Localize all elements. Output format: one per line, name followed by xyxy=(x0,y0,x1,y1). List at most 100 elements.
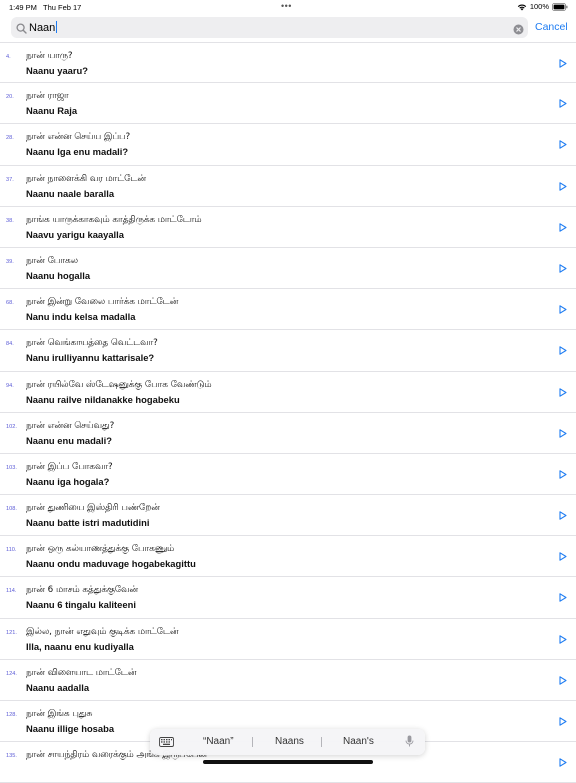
phrase-number: 20. xyxy=(6,94,14,101)
phrase-tamil: நான் நாளைக்கி வர மாட்டேன் xyxy=(26,173,146,184)
search-field[interactable]: Naan xyxy=(11,17,528,38)
play-icon[interactable] xyxy=(559,301,567,319)
phrase-list: 4. நான் யாரு? Naanu yaaru? 20. நான் ராஜா Naan… xyxy=(0,42,576,783)
phrase-translation: Naanu illige hosaba xyxy=(26,723,115,734)
battery-icon xyxy=(552,2,568,11)
list-item[interactable]: 37. நான் நாளைக்கி வர மாட்டேன் Naanu naale … xyxy=(0,166,576,207)
phrase-number: 114. xyxy=(6,588,17,595)
phrase-number: 37. xyxy=(6,176,14,183)
phrase-tamil: நான் இப்ப போகவா? xyxy=(26,461,113,472)
phrase-translation: Nanu indu kelsa madalla xyxy=(26,311,136,323)
list-item[interactable]: 94. நான் ரயில்வே ஸ்டேஷனுக்கு போக வேண்டும்… xyxy=(0,372,576,413)
search-icon xyxy=(16,21,27,39)
phrase-number: 124. xyxy=(6,670,17,677)
suggestion-2[interactable]: Naans xyxy=(275,736,304,747)
play-icon[interactable] xyxy=(559,507,567,525)
phrase-number: 68. xyxy=(6,300,14,307)
phrase-translation: Naanu hogalla xyxy=(26,269,91,281)
search-row: Naan Cancel xyxy=(0,17,576,39)
play-icon[interactable] xyxy=(559,55,567,73)
phrase-number: 135. xyxy=(6,753,17,760)
list-item[interactable]: 110. நான் ஒரு கல்யாணத்துக்கு போகணும் Naanu… xyxy=(0,536,576,578)
phrase-number: 39. xyxy=(6,258,14,265)
play-icon[interactable] xyxy=(559,589,567,607)
play-icon[interactable] xyxy=(559,178,567,196)
play-icon[interactable] xyxy=(559,754,567,772)
search-input[interactable]: Naan xyxy=(29,20,58,34)
list-item[interactable]: 68. நான் இன்று வேலை பார்க்க மாட்டேன் Nanu … xyxy=(0,289,576,331)
phrase-number: 108. xyxy=(6,506,17,513)
play-icon[interactable] xyxy=(559,672,567,690)
phrase-translation: Naanu naale baralla xyxy=(26,187,115,199)
list-item[interactable]: 39. நான் போகல Naanu hogalla xyxy=(0,248,576,290)
list-item[interactable]: 121. இல்ல, நான் எதுவும் குடிக்க மாட்டேன் I… xyxy=(0,619,576,660)
phrase-tamil: நாங்க யாருக்காகவும் காத்திருக்க மாட்டோம் xyxy=(26,214,202,225)
mic-icon[interactable] xyxy=(405,735,414,751)
phrase-tamil: நான் ரயில்வே ஸ்டேஷனுக்கு போக வேண்டும் xyxy=(26,379,212,390)
play-icon[interactable] xyxy=(559,219,567,237)
phrase-tamil: நான் துணியை இஸ்திரி பண்றேன் xyxy=(26,503,160,514)
play-icon[interactable] xyxy=(559,260,567,278)
play-icon[interactable] xyxy=(559,548,567,566)
play-icon[interactable] xyxy=(559,713,567,731)
phrase-tamil: நான் இங்க புதுசு xyxy=(26,709,93,719)
phrase-tamil: நான் யாரு? xyxy=(26,51,73,61)
text-caret xyxy=(55,20,58,33)
phrase-tamil: நான் என்ன செய்வது? xyxy=(26,420,115,431)
phrase-translation: Naanu yaaru? xyxy=(26,65,88,76)
phrase-tamil: நான் ஒரு கல்யாணத்துக்கு போகணும் xyxy=(26,544,175,555)
clear-icon[interactable] xyxy=(513,22,524,40)
play-icon[interactable] xyxy=(559,466,567,484)
list-item[interactable]: 103. நான் இப்ப போகவா? Naanu iga hogala? xyxy=(0,454,576,496)
cancel-button[interactable]: Cancel xyxy=(535,21,568,33)
play-icon[interactable] xyxy=(559,631,567,649)
phrase-number: 103. xyxy=(6,464,17,471)
phrase-number: 121. xyxy=(6,629,17,636)
list-item[interactable]: 38. நாங்க யாருக்காகவும் காத்திருக்க மாட்ட… xyxy=(0,207,576,248)
status-date: Thu Feb 17 xyxy=(43,3,82,12)
phrase-tamil: நான் விளையாட மாட்டேன் xyxy=(26,667,137,678)
phrase-translation: Naanu 6 tingalu kaliteeni xyxy=(26,599,136,611)
phrase-number: 84. xyxy=(6,341,14,348)
phrase-number: 128. xyxy=(6,712,17,718)
status-bar: 1:49 PM Thu Feb 17 ••• 100% xyxy=(0,0,576,14)
phrase-number: 94. xyxy=(6,382,14,389)
play-icon[interactable] xyxy=(559,342,567,360)
suggestion-divider xyxy=(252,737,253,747)
phrase-translation: Naanu ondu maduvage hogabekagittu xyxy=(26,558,196,570)
play-icon[interactable] xyxy=(559,425,567,443)
list-item[interactable]: 4. நான் யாரு? Naanu yaaru? xyxy=(0,42,576,84)
phrase-translation: Naanu Iga enu madali? xyxy=(26,146,129,158)
play-icon[interactable] xyxy=(559,95,567,113)
play-icon[interactable] xyxy=(559,136,567,154)
multitasking-dots-icon[interactable]: ••• xyxy=(281,1,292,11)
list-item[interactable]: 114. நான் 6 மாசம் கத்துக்குவேன் Naanu 6 ti… xyxy=(0,577,576,619)
home-indicator[interactable] xyxy=(203,760,373,764)
suggestion-3[interactable]: Naan's xyxy=(343,736,374,747)
list-item[interactable]: 20. நான் ராஜா Naanu Raja xyxy=(0,83,576,125)
phrase-tamil: இல்ல, நான் எதுவும் குடிக்க மாட்டேன் xyxy=(26,626,179,637)
phrase-number: 102. xyxy=(6,423,17,430)
status-indicators: 100% xyxy=(517,2,568,11)
phrase-translation: Naanu batte istri madutidini xyxy=(26,517,150,529)
play-icon[interactable] xyxy=(559,384,567,402)
search-input-value: Naan xyxy=(29,21,56,34)
phrase-number: 28. xyxy=(6,135,14,142)
list-item[interactable]: 124. நான் விளையாட மாட்டேன் Naanu aadalla xyxy=(0,660,576,701)
list-item[interactable]: 28. நான் என்ன செய்ய இப்ப? Naanu Iga enu ma… xyxy=(0,124,576,166)
phrase-number: 4. xyxy=(6,54,11,60)
phrase-tamil: நான் வெங்காயத்தை வெட்டவா? xyxy=(26,338,158,349)
phrase-translation: Naanu enu madali? xyxy=(26,434,112,446)
phrase-translation: Nanu irulliyannu kattarisale? xyxy=(26,352,155,364)
keyboard-icon[interactable] xyxy=(159,737,174,750)
phrase-translation: Naavu yarigu kaayalla xyxy=(26,228,124,240)
list-item[interactable]: 102. நான் என்ன செய்வது? Naanu enu madali? xyxy=(0,413,576,454)
list-item[interactable]: 108. நான் துணியை இஸ்திரி பண்றேன் Naanu bat… xyxy=(0,495,576,537)
status-time: 1:49 PM xyxy=(9,3,37,12)
phrase-tamil: நான் போகல xyxy=(26,255,78,266)
list-item[interactable]: 84. நான் வெங்காயத்தை வெட்டவா? Nanu irulliy… xyxy=(0,330,576,372)
suggestion-1[interactable]: “Naan” xyxy=(203,736,234,747)
phrase-tamil: நான் 6 மாசம் கத்துக்குவேன் xyxy=(26,585,138,596)
phrase-translation: Illa, naanu enu kudiyalla xyxy=(26,640,134,652)
suggestion-divider xyxy=(321,737,322,747)
